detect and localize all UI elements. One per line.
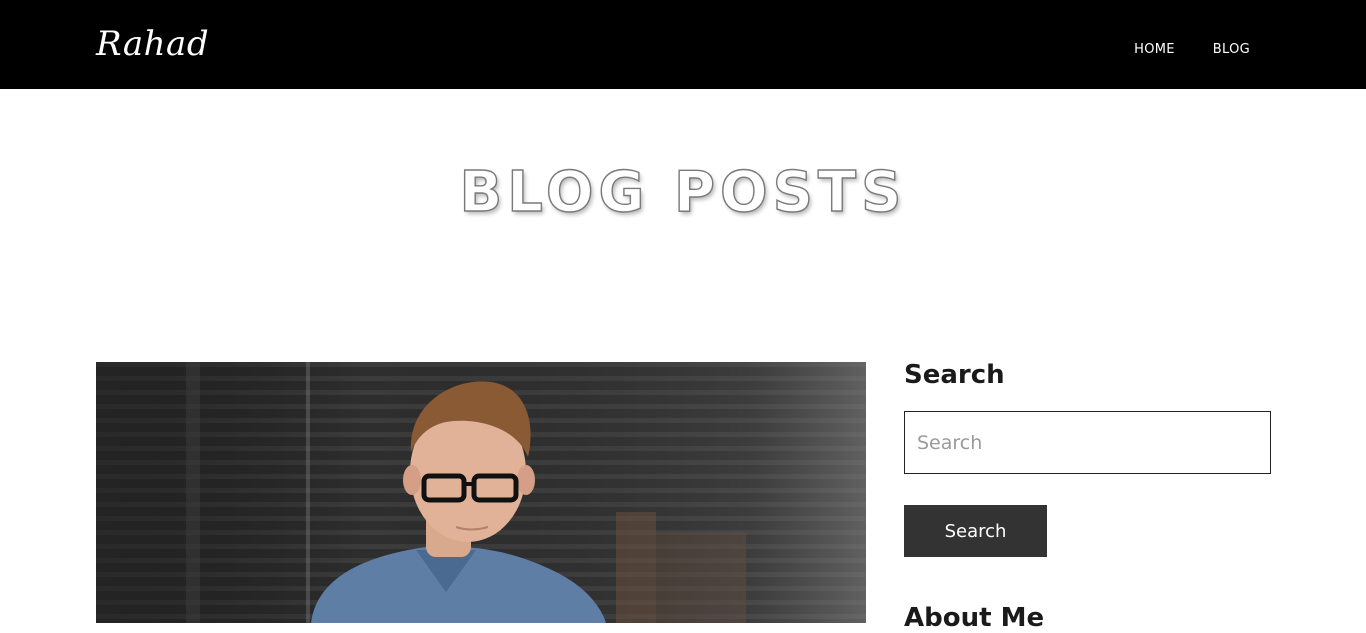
post-featured-image[interactable] bbox=[96, 362, 866, 623]
search-input[interactable] bbox=[904, 411, 1271, 474]
nav-blog[interactable]: BLOG bbox=[1213, 42, 1250, 57]
about-widget-title: About Me bbox=[904, 603, 1045, 633]
search-button[interactable]: Search bbox=[904, 505, 1047, 557]
man-with-glasses-photo bbox=[96, 362, 866, 623]
page-title: BLOG POSTS bbox=[459, 159, 907, 225]
site-header: Rahad HOME BLOG bbox=[0, 0, 1366, 89]
brand-logo[interactable]: Rahad bbox=[96, 24, 209, 64]
main-nav: HOME BLOG bbox=[1134, 42, 1250, 57]
search-widget-title: Search bbox=[904, 360, 1005, 390]
nav-home[interactable]: HOME bbox=[1134, 42, 1175, 57]
